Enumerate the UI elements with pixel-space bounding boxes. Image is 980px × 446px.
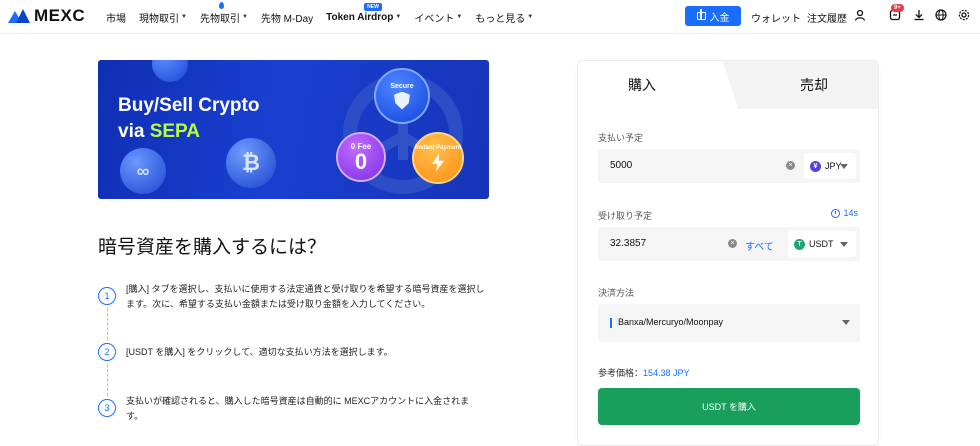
notification-badge: 9+ [891,4,904,12]
pay-label: 支払い予定 [598,133,644,143]
caret-down-icon: ▼ [456,14,463,20]
step-text: [USDT を購入] をクリックして、適切な支払い方法を選択します。 [126,347,393,357]
step-connector [107,364,108,396]
orders-link[interactable]: 注文履歴 [807,10,847,25]
polygon-coin-icon: ∞ [120,148,166,194]
nav-item-futures[interactable]: 先物取引 ▼ [200,1,248,25]
nav-item-token-airdrop[interactable]: NEW Token Airdrop ▼ [326,2,402,23]
zero-fee-badge: 0 Fee 0 [336,132,386,182]
sepa-banner[interactable]: ∞ ₿ Buy/Sell Crypto via SEPA Secure 0 Fe… [98,60,489,199]
new-badge: NEW [364,2,382,11]
method-marker [610,318,612,328]
nav-item-events[interactable]: イベント ▼ [414,10,462,25]
receive-label: 受け取り予定 [598,211,653,221]
deposit-button[interactable]: 入金 [685,6,741,26]
nav-item-market[interactable]: 市場 [106,10,126,25]
settings-icon[interactable] [957,8,971,22]
method-label: 決済方法 [598,288,635,298]
payment-method-select[interactable]: Banxa/Mercuryo/Moonpay [598,304,860,342]
step-number: 3 [98,399,116,417]
receive-amount-field[interactable]: 32.3857 × すべて T USDT [598,227,860,261]
user-icon[interactable] [853,8,867,22]
caret-down-icon [842,320,850,325]
instant-payment-badge: Instant Payment [412,132,464,184]
payment-method-value: Banxa/Mercuryo/Moonpay [618,317,724,327]
clear-icon[interactable]: × [786,161,795,170]
step-text: 支払いが確認されると、購入した暗号資産は自動的に MEXCアカウントに入金されま… [126,396,470,421]
brand-name: MEXC [34,6,86,25]
receive-currency-select[interactable]: T USDT [788,231,856,257]
reference-price: 参考価格：154.38 JPY [598,368,690,378]
caret-down-icon [840,242,848,247]
caret-down-icon: ▼ [181,14,187,20]
flame-icon [218,1,224,9]
step-number: 1 [98,287,116,305]
mexc-logo-icon [8,7,30,25]
quote-timer: 14s [831,208,858,218]
howto-title: 暗号資産を購入するには？ [98,237,327,258]
caret-down-icon: ▼ [395,14,402,20]
top-nav: MEXC 市場 現物取引 ▼ 先物取引 ▼ 先物 M-Day NEW Token Ai… [0,0,980,34]
step-number: 2 [98,343,116,361]
step-connector [107,308,108,340]
bitcoin-coin-icon: ₿ [226,138,276,188]
receive-amount-input[interactable]: 32.3857 [610,238,646,249]
nav-item-spot[interactable]: 現物取引 ▼ [139,10,187,25]
trade-tabs: 購入 売却 [578,61,878,109]
yen-icon: ¥ [810,160,821,172]
pay-amount-input[interactable]: 5000 [610,160,632,171]
tab-sell[interactable]: 売却 [748,61,878,109]
nav-item-futures-mday[interactable]: 先物 M-Day [261,10,313,25]
nav-item-more[interactable]: もっと見る ▼ [475,10,533,25]
lightning-icon [432,153,444,172]
step-text: [購入] タブを選択し、支払いに使用する法定通貨と受け取りを希望する暗号資産を選… [126,284,485,309]
main-menu: 市場 現物取引 ▼ 先物取引 ▼ 先物 M-Day NEW Token Airdrop… [106,0,533,34]
gift-icon [696,9,706,20]
coin-icon [152,60,188,82]
globe-icon[interactable] [934,8,948,22]
receive-all-link[interactable]: すべて [745,238,774,253]
clear-icon[interactable]: × [728,239,737,248]
caret-down-icon: ▼ [527,14,534,20]
wallet-link[interactable]: ウォレット [751,10,801,25]
brand-logo[interactable]: MEXC [8,6,85,26]
secure-badge: Secure [374,68,430,124]
caret-down-icon: ▼ [241,14,248,20]
buy-usdt-button[interactable]: USDT を購入 [598,388,860,425]
tether-icon: T [794,238,805,250]
pay-currency-select[interactable]: ¥ JPY [804,153,856,179]
trade-panel: 購入 売却 支払い予定 5000 × ¥ JPY 受け取り予定 14s 32.3… [577,60,879,446]
download-icon[interactable] [912,8,926,22]
shield-icon [394,91,410,110]
tab-buy[interactable]: 購入 [578,61,738,109]
clock-icon [831,208,841,218]
pay-amount-field[interactable]: 5000 × ¥ JPY [598,149,860,183]
caret-down-icon [840,164,848,169]
banner-title: Buy/Sell Crypto via SEPA [118,95,260,142]
